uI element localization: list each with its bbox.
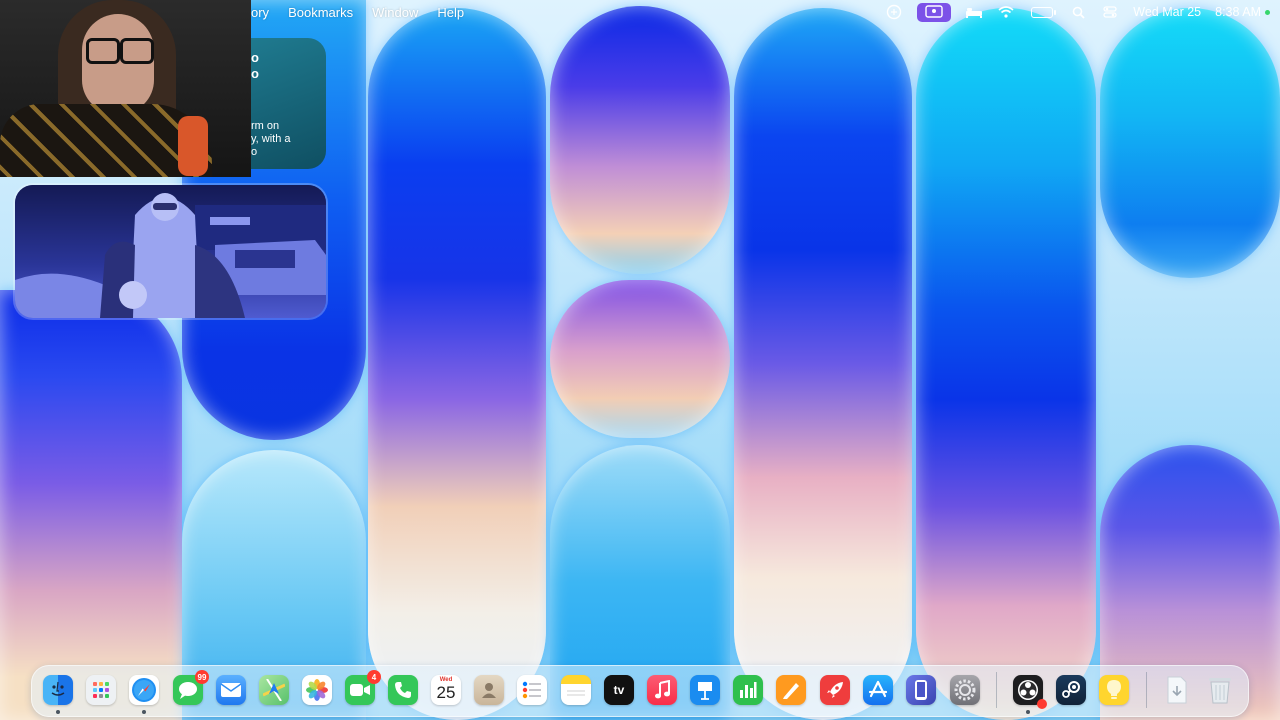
menu-help[interactable]: Help — [437, 5, 464, 20]
safari-icon[interactable] — [129, 675, 159, 705]
photos-icon[interactable] — [302, 675, 332, 705]
notes-widget[interactable]: o o rm on y, with a o — [251, 38, 326, 169]
system-settings-icon[interactable] — [950, 675, 980, 705]
screen-share-icon[interactable] — [885, 4, 903, 20]
finder-icon[interactable] — [43, 675, 73, 705]
control-center-icon[interactable] — [1101, 4, 1119, 20]
dock-separator — [996, 672, 997, 708]
menu-extras: Wed Mar 25 8:38 AM — [885, 0, 1270, 24]
menu-clock-date[interactable]: Wed Mar 25 — [1133, 5, 1201, 19]
phone-icon[interactable] — [388, 675, 418, 705]
reminders-icon[interactable] — [517, 675, 547, 705]
apple-tv-icon[interactable]: tv — [604, 675, 634, 705]
menu-bookmarks[interactable]: Bookmarks — [288, 5, 353, 20]
dock-separator — [1146, 672, 1147, 708]
obs-icon[interactable] — [1013, 675, 1047, 709]
wallpaper-pill — [368, 8, 546, 720]
mail-icon[interactable] — [216, 675, 246, 705]
pages-icon[interactable] — [776, 675, 806, 705]
widget-body-line: y, with a — [251, 133, 291, 145]
battery-icon[interactable] — [1029, 4, 1057, 20]
app-menus: ory Bookmarks Window Help — [251, 0, 464, 24]
trash-icon[interactable] — [1205, 675, 1235, 705]
wallpaper-pill — [734, 8, 912, 720]
running-indicator — [1026, 710, 1030, 714]
widget-body-line: o — [251, 146, 258, 158]
menu-history[interactable]: ory — [251, 5, 269, 20]
menu-clock-time[interactable]: 8:38 AM — [1215, 5, 1261, 19]
facetime-badge: 4 — [367, 670, 381, 684]
widget-title-line: o — [251, 50, 259, 65]
wallpaper-pill — [916, 8, 1096, 720]
widget-body-line: rm on — [251, 120, 280, 132]
bed-sleep-icon[interactable] — [965, 4, 983, 20]
widget-title-line: o — [251, 66, 259, 81]
contacts-icon[interactable] — [474, 675, 504, 705]
messages-icon[interactable]: 99 — [173, 670, 209, 705]
music-icon[interactable] — [647, 675, 677, 705]
apple-tv-label: tv — [613, 683, 625, 697]
calendar-icon[interactable]: Wed 25 — [431, 675, 461, 705]
facetime-icon[interactable]: 4 — [345, 670, 381, 705]
spotlight-search-icon[interactable] — [1069, 4, 1087, 20]
wallpaper-pill — [1100, 8, 1280, 278]
notes-icon[interactable] — [561, 675, 591, 705]
obs-recording-badge — [1037, 699, 1047, 709]
messages-badge: 99 — [195, 670, 209, 684]
downloads-stack-icon[interactable] — [1162, 675, 1192, 705]
photo-image — [15, 185, 326, 318]
numbers-icon[interactable] — [733, 675, 763, 705]
running-indicator — [56, 710, 60, 714]
calendar-day: 25 — [436, 683, 456, 702]
iphone-mirroring-icon[interactable] — [906, 675, 936, 705]
maps-icon[interactable] — [259, 675, 289, 705]
launchpad-icon[interactable] — [86, 675, 116, 705]
webcam-overlay — [0, 0, 251, 177]
wallpaper-pill — [550, 280, 730, 438]
wallpaper-pill — [0, 290, 182, 720]
wifi-icon[interactable] — [997, 4, 1015, 20]
photos-widget[interactable] — [15, 185, 326, 318]
rocket-icon[interactable] — [820, 675, 850, 705]
user-switch-icon[interactable] — [917, 2, 952, 22]
keynote-icon[interactable] — [690, 675, 720, 705]
steam-icon[interactable] — [1056, 675, 1086, 705]
recording-indicator — [1265, 9, 1270, 15]
menu-window[interactable]: Window — [372, 5, 418, 20]
wallpaper-pill — [550, 6, 730, 274]
running-indicator — [142, 710, 146, 714]
app-store-icon[interactable] — [863, 675, 893, 705]
tips-lightbulb-icon[interactable] — [1099, 675, 1129, 705]
